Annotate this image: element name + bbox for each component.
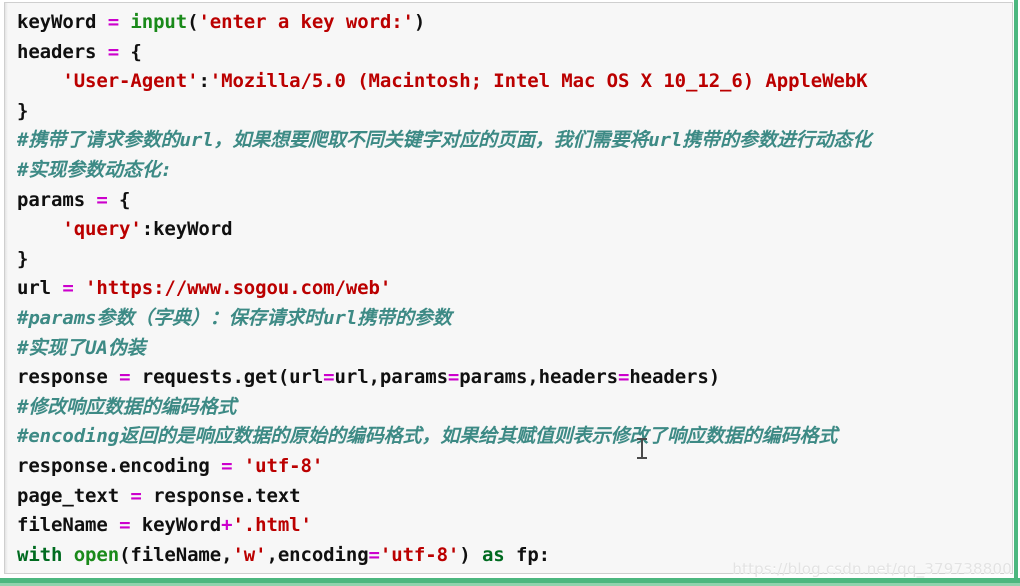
code-token: = (107, 40, 120, 63)
code-token: '.html' (232, 514, 312, 537)
ibeam-stem (641, 439, 643, 459)
code-token: fileName (17, 514, 120, 537)
code-token: + (221, 514, 233, 537)
code-token: } (17, 99, 29, 122)
code-token: response (17, 366, 120, 389)
code-token: ) (413, 11, 426, 33)
code-token: page_text (17, 484, 131, 507)
code-token: = (96, 188, 108, 211)
code-line: page_text = response.text (17, 482, 1012, 512)
code-token: 'Mozilla/5.0 (Macintosh; Intel Mac OS X … (209, 70, 868, 93)
code-token: response.text (141, 484, 301, 507)
code-token: response.encoding (17, 454, 222, 477)
ibeam-bottom-bar (637, 457, 647, 459)
code-token: input (130, 11, 188, 33)
code-token: { (119, 40, 142, 63)
code-token: #params参数（字典）：保存请求时url携带的参数 (17, 306, 452, 329)
code-token: ) (459, 543, 482, 566)
code-token: #实现参数动态化: (17, 158, 172, 181)
code-token: keyWord (17, 11, 108, 33)
code-line: headers = { (17, 38, 1012, 68)
code-token: = (119, 366, 131, 389)
code-token: 'utf-8' (243, 454, 324, 477)
code-token: = (323, 366, 335, 389)
code-token: (fileName, (119, 543, 233, 566)
code-token: #携带了请求参数的url，如果想要爬取不同关键字对应的页面，我们需要将url携带… (17, 129, 872, 152)
code-token: 'utf-8' (379, 543, 460, 566)
code-line: 'User-Agent':'Mozilla/5.0 (Macintosh; In… (17, 67, 1012, 97)
code-token: with (17, 543, 63, 566)
code-screenshot: keyWord = input('enter a key word:') head… (0, 0, 1020, 586)
code-token: 'enter a key word:' (198, 11, 414, 33)
code-line: url = 'https://www.sogou.com/web' (17, 274, 1012, 304)
code-token: keyWord (130, 514, 222, 537)
code-token: = (62, 277, 74, 300)
code-token: fp: (504, 543, 550, 566)
code-token: = (119, 514, 131, 537)
code-token: 'query' (62, 218, 142, 241)
code-token: as (481, 543, 505, 566)
code-token: #修改响应数据的编码格式 (17, 395, 237, 418)
code-token: { (107, 188, 131, 211)
right-accent-bar (1014, 0, 1018, 580)
code-line: keyWord = input('enter a key word:') (17, 8, 1012, 38)
code-token: = (107, 11, 120, 33)
code-token: :keyWord (141, 218, 233, 241)
code-token: } (17, 247, 29, 270)
code-token: 'https://www.sogou.com/web' (85, 277, 392, 300)
code-line: } (17, 245, 1012, 275)
code-token: 'w' (232, 543, 267, 566)
text-ibeam-cursor (637, 437, 647, 461)
code-token: params,headers (459, 366, 618, 389)
code-token: requests.get(url (130, 366, 324, 389)
code-line: #encoding返回的是响应数据的原始的编码格式，如果给其赋值则表示修改了响应… (17, 422, 1012, 452)
code-token: params (17, 188, 97, 211)
code-token: 'User-Agent' (62, 70, 199, 93)
csdn-watermark: https://blog.csdn.net/qq_379738800 (732, 560, 1012, 578)
code-line: response = requests.get(url=url,params=p… (17, 363, 1012, 393)
code-token: ( (187, 11, 199, 33)
code-token: : (198, 70, 210, 93)
code-token: url,params (334, 366, 448, 389)
code-token: #encoding返回的是响应数据的原始的编码格式，如果给其赋值则表示修改了响应… (17, 425, 838, 448)
code-line: fileName = keyWord+'.html' (17, 511, 1012, 541)
code-line: #params参数（字典）：保存请求时url携带的参数 (17, 304, 1012, 334)
code-token: url (17, 277, 63, 300)
code-line: #携带了请求参数的url，如果想要爬取不同关键字对应的页面，我们需要将url携带… (17, 126, 1012, 156)
code-token: headers) (629, 366, 721, 389)
code-content[interactable]: keyWord = input('enter a key word:') head… (17, 8, 1012, 568)
code-line: #修改响应数据的编码格式 (17, 393, 1012, 423)
code-token: = (221, 454, 233, 477)
code-line: } (17, 97, 1012, 127)
code-editor-panel[interactable]: keyWord = input('enter a key word:') head… (4, 2, 1013, 574)
code-line: 'query':keyWord (17, 215, 1012, 245)
code-token: = (130, 484, 142, 507)
code-line: response.encoding = 'utf-8' (17, 452, 1012, 482)
code-token: open (73, 543, 120, 566)
code-token: = (447, 366, 460, 389)
code-token: ,encoding (266, 543, 369, 566)
code-token: = (368, 543, 380, 566)
code-line: #实现了UA伪装 (17, 334, 1012, 364)
code-line: params = { (17, 186, 1012, 216)
code-token: = (618, 366, 630, 389)
code-token: headers (17, 40, 108, 63)
code-token: #实现了UA伪装 (17, 336, 146, 359)
code-line: #实现参数动态化: (17, 156, 1012, 186)
